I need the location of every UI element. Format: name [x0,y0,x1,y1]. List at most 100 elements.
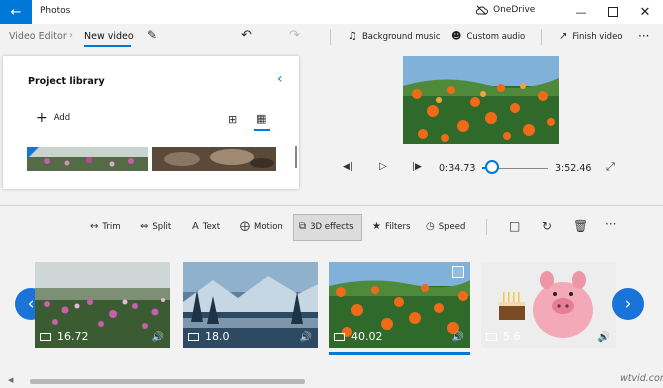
finish-video-button[interactable]: ↗ Finish video [559,31,623,42]
chevron-left-icon[interactable]: ‹ [277,71,283,87]
onedrive-label: OneDrive [493,5,536,15]
watermark-text: wtvid.com [620,373,663,384]
close-button[interactable]: ✕ [629,0,661,24]
close-icon: ✕ [639,4,651,20]
title-bar [0,0,663,24]
split-label: Split [152,221,172,232]
selected-clip-indicator [329,352,470,355]
speed-icon: ◷ [426,221,435,232]
trim-icon: ↔ [90,221,99,232]
video-clip-icon [188,332,199,341]
onedrive-status[interactable]: OneDrive [475,5,535,15]
maximize-button[interactable] [597,0,629,24]
next-frame-icon[interactable]: |▶ [412,162,422,172]
motion-icon: ⨁ [240,221,250,232]
background-music-button[interactable]: ♫ Background music [348,31,441,42]
text-icon: A [192,221,199,232]
library-scrollbar[interactable] [295,146,297,168]
speaker-icon[interactable]: 🔊 [152,332,164,343]
custom-audio-button[interactable]: ☻ Custom audio [451,31,525,42]
view-selected-indicator [254,129,270,131]
large-grid-view-icon[interactable]: ⊞ [228,113,237,126]
text-label: Text [202,221,221,232]
breadcrumb-underline [84,45,131,47]
app-title: Photos [40,6,71,16]
plus-icon: + [36,110,48,126]
library-media-thumbnail[interactable] [27,147,148,171]
3d-effects-label: 3D effects [310,221,354,232]
filters-label: Filters [384,221,411,232]
maximize-icon [608,7,618,17]
breadcrumb-video-editor[interactable]: Video Editor [9,31,67,42]
play-icon[interactable]: ▷ [379,161,387,172]
minimize-button[interactable]: — [565,0,597,24]
breadcrumb-current-project[interactable]: New video [84,31,134,42]
clip-info: 5.6 [486,330,521,343]
split-button[interactable]: ⇔ Split [140,221,171,232]
project-library-title: Project library [28,76,105,87]
clip-duration: 16.72 [57,330,89,343]
speaker-icon[interactable]: 🔊 [300,332,312,343]
3d-cube-icon: ⧉ [299,221,307,232]
clip-info: 18.0 [188,330,230,343]
scroll-left-arrow-icon[interactable]: ◀ [8,376,13,384]
seek-slider-thumb[interactable] [484,160,499,174]
filters-button[interactable]: ★ Filters [372,221,410,232]
clip-duration: 40.02 [351,330,383,343]
add-button[interactable]: + Add [36,110,70,126]
storyboard-clip[interactable]: 18.0 🔊 [183,262,318,348]
export-icon: ↗ [559,31,568,42]
rotate-icon[interactable]: ↻ [542,219,552,233]
trim-label: Trim [102,221,121,232]
chevron-left-icon: ‹ [27,294,35,314]
storyboard-clip-selected[interactable]: 40.02 🔊 [329,262,470,348]
finish-video-label: Finish video [572,31,623,42]
background-music-label: Background music [361,31,441,42]
speaker-icon[interactable]: 🔊 [452,332,464,343]
clip-duration: 5.6 [503,330,521,343]
arrow-left-icon: ← [10,4,22,20]
split-icon: ⇔ [140,221,149,232]
toolbar-divider [541,29,542,45]
video-clip-icon [486,332,497,341]
fullscreen-icon[interactable]: ⤢ [606,160,615,174]
motion-button[interactable]: ⨁ Motion [240,221,283,232]
3d-effects-button[interactable]: ⧉ 3D effects [299,221,354,232]
storyboard-scroll-right-button[interactable]: › [612,288,644,320]
more-options-button[interactable]: ··· [638,29,649,43]
total-time: 3:52.46 [555,163,592,174]
back-button[interactable]: ← [0,0,32,24]
resize-icon[interactable]: □ [509,219,520,233]
delete-icon[interactable]: 🗑 [573,219,588,233]
video-preview[interactable] [403,56,559,144]
storyboard-clip[interactable]: 16.72 🔊 [35,262,170,348]
redo-icon[interactable]: ↷ [289,28,300,43]
small-grid-view-icon[interactable]: ▦ [256,112,266,125]
video-clip-icon [40,332,51,341]
storyboard-more-button[interactable]: ··· [605,217,616,231]
cloud-icon [475,5,488,15]
storyboard-horizontal-scrollbar[interactable] [30,379,305,384]
library-media-thumbnail[interactable] [152,147,276,171]
trim-button[interactable]: ↔ Trim [90,221,120,232]
motion-label: Motion [254,221,283,232]
toolbar-divider [330,29,331,45]
pencil-icon[interactable]: ✎ [147,28,157,42]
music-note-icon: ♫ [348,31,357,42]
text-button[interactable]: A Text [192,221,220,232]
undo-icon[interactable]: ↶ [241,28,252,43]
speaker-icon[interactable]: 🔊 [598,332,610,343]
speed-button[interactable]: ◷ Speed [426,221,465,232]
previous-frame-icon[interactable]: ◀| [343,162,353,172]
speed-label: Speed [438,221,466,232]
storyboard-toolbar-divider [486,219,487,235]
project-library-panel: Project library ‹ + Add ⊞ ▦ [3,56,299,189]
chevron-right-icon: › [624,294,632,314]
clip-select-checkbox[interactable] [452,266,464,278]
storyboard-clip[interactable]: 5.6 🔊 [481,262,616,348]
minimize-icon: — [575,5,587,19]
breadcrumb-separator: › [69,30,73,41]
clip-duration: 18.0 [205,330,230,343]
clip-info: 16.72 [40,330,89,343]
filters-icon: ★ [372,221,381,232]
